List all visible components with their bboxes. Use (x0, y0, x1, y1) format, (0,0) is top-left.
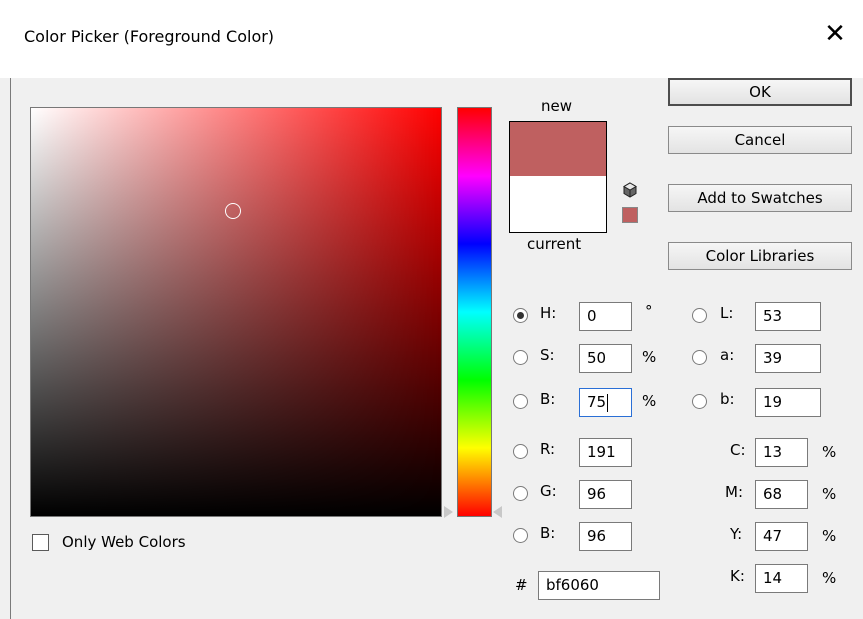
s-label: S: (540, 346, 555, 364)
hue-slider-right-handle[interactable] (493, 506, 502, 518)
rgb-b-radio[interactable] (513, 528, 528, 543)
hue-slider-left-handle[interactable] (444, 506, 453, 518)
only-web-colors-checkbox[interactable] (32, 534, 49, 551)
window-border (10, 78, 11, 619)
c-label: C: (730, 441, 746, 459)
window-title: Color Picker (Foreground Color) (24, 27, 275, 46)
l-radio[interactable] (692, 308, 707, 323)
current-color-swatch[interactable] (510, 176, 606, 232)
cancel-button[interactable]: Cancel (668, 126, 852, 154)
lab-b-input[interactable]: 19 (755, 388, 821, 417)
a-radio[interactable] (692, 350, 707, 365)
r-radio[interactable] (513, 444, 528, 459)
h-radio[interactable] (513, 308, 528, 323)
a-label: a: (720, 346, 735, 364)
c-input[interactable]: 13 (755, 438, 808, 467)
m-input[interactable]: 68 (755, 480, 808, 509)
color-field-marker[interactable] (225, 203, 241, 219)
r-label: R: (540, 440, 556, 458)
hue-slider[interactable] (457, 107, 492, 517)
text-cursor (607, 393, 609, 412)
r-input[interactable]: 191 (579, 438, 632, 467)
current-color-label: current (527, 235, 582, 253)
y-unit: % (822, 527, 837, 545)
m-unit: % (822, 485, 837, 503)
only-web-colors-label: Only Web Colors (62, 533, 186, 551)
b-radio[interactable] (513, 394, 528, 409)
y-input[interactable]: 47 (755, 522, 808, 551)
web-safe-swatch-icon[interactable] (622, 207, 638, 223)
add-to-swatches-button[interactable]: Add to Swatches (668, 184, 852, 212)
b-label: B: (540, 390, 556, 408)
color-field[interactable] (30, 107, 442, 517)
color-libraries-button[interactable]: Color Libraries (668, 242, 852, 270)
b-unit: % (642, 392, 657, 410)
new-color-label: new (541, 97, 573, 115)
close-icon[interactable]: ✕ (815, 14, 855, 54)
h-label: H: (540, 304, 557, 322)
new-color-swatch (510, 122, 606, 176)
gamut-cube-icon[interactable] (622, 182, 638, 198)
s-unit: % (642, 348, 657, 366)
s-radio[interactable] (513, 350, 528, 365)
g-radio[interactable] (513, 486, 528, 501)
y-label: Y: (730, 525, 743, 543)
rgb-b-input[interactable]: 96 (579, 522, 632, 551)
lab-b-label: b: (720, 390, 735, 408)
s-input[interactable]: 50 (579, 344, 632, 373)
l-label: L: (720, 304, 734, 322)
h-input[interactable]: 0 (579, 302, 632, 331)
ok-button[interactable]: OK (668, 78, 852, 106)
k-unit: % (822, 569, 837, 587)
g-label: G: (540, 482, 557, 500)
m-label: M: (725, 483, 743, 501)
g-input[interactable]: 96 (579, 480, 632, 509)
title-bar: Color Picker (Foreground Color) ✕ (0, 0, 863, 78)
hex-label: # (515, 576, 528, 594)
rgb-b-label: B: (540, 524, 556, 542)
color-comparison-swatch (509, 121, 607, 233)
l-input[interactable]: 53 (755, 302, 821, 331)
lab-b-radio[interactable] (692, 394, 707, 409)
k-input[interactable]: 14 (755, 564, 808, 593)
hex-input[interactable]: bf6060 (538, 571, 660, 600)
b-input[interactable]: 75 (579, 388, 632, 417)
h-unit: ° (645, 302, 653, 320)
a-input[interactable]: 39 (755, 344, 821, 373)
c-unit: % (822, 443, 837, 461)
k-label: K: (730, 567, 745, 585)
